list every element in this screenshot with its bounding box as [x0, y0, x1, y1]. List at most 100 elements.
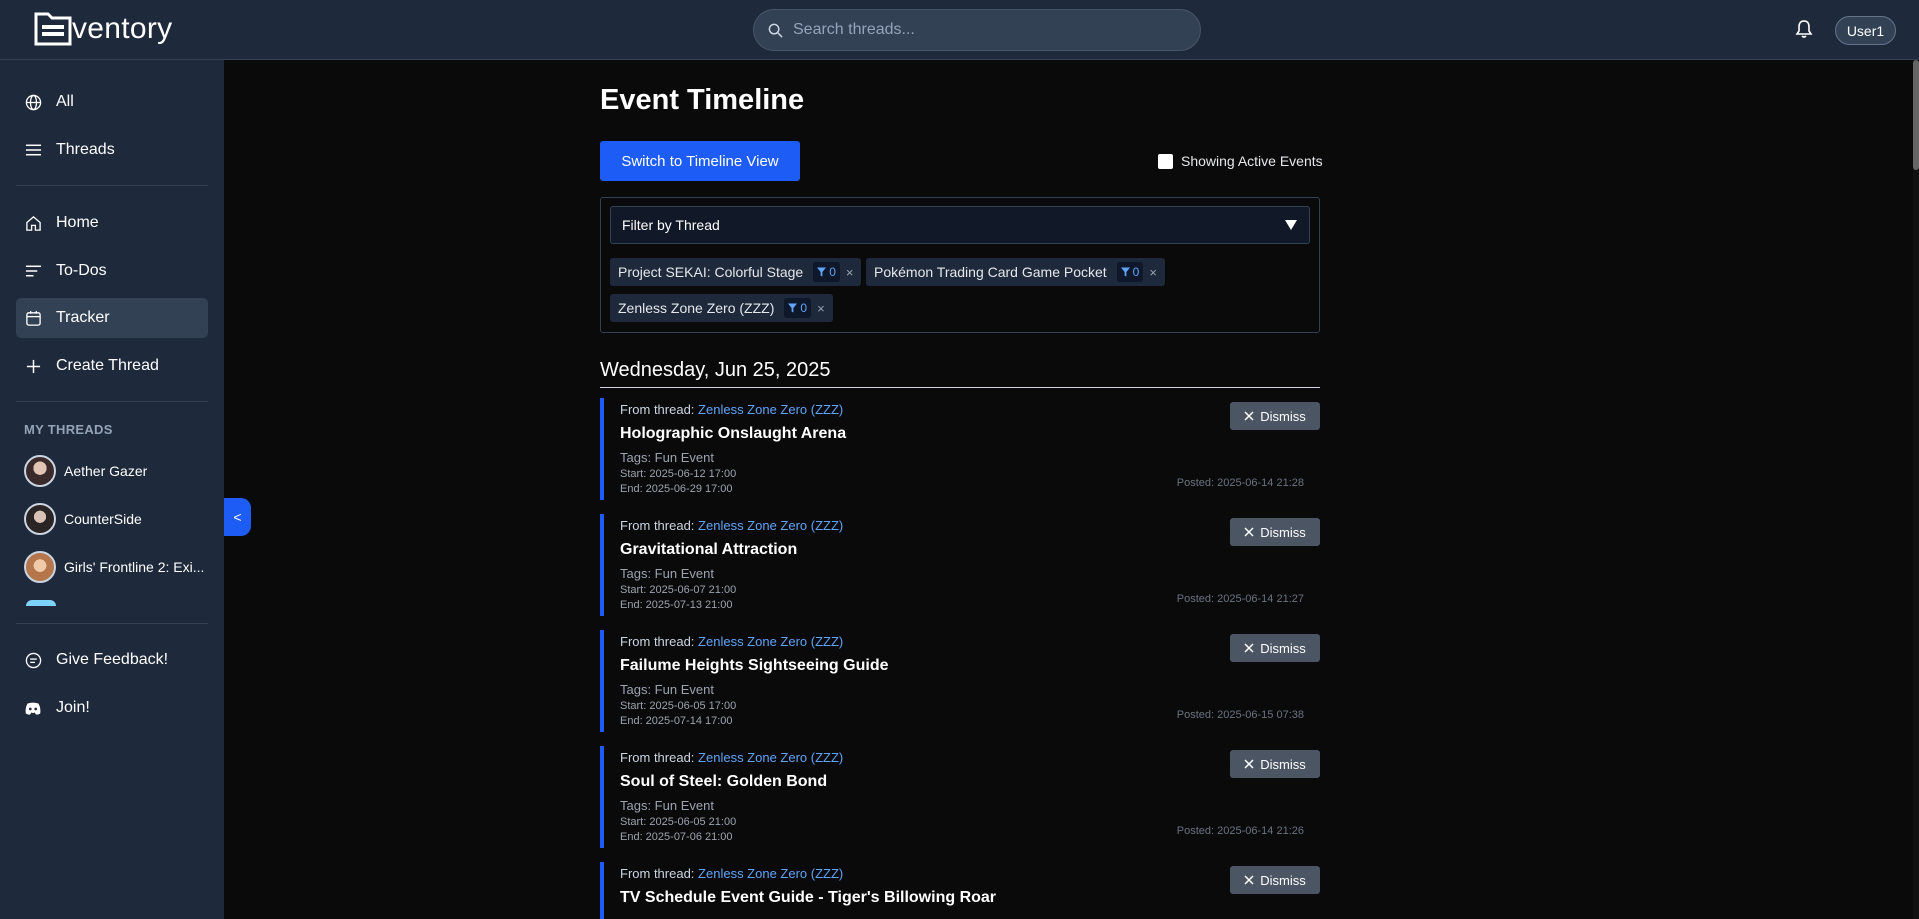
chip-filter-count[interactable]: 0 [813, 262, 840, 282]
active-events-toggle[interactable]: Showing Active Events [1158, 153, 1323, 169]
event-posted: Posted: 2025-06-14 21:26 [1176, 825, 1304, 837]
sidebar: All Threads Home To-Dos Tracker Create T… [0, 60, 224, 919]
active-events-checkbox[interactable] [1158, 153, 1173, 169]
search-icon [768, 23, 783, 38]
sidebar-item-create-thread[interactable]: Create Thread [16, 346, 208, 386]
avatar [24, 455, 56, 487]
event-card: From thread: Zenless Zone Zero (ZZZ) Fai… [600, 630, 1320, 732]
sidebar-item-join[interactable]: Join! [16, 688, 208, 728]
sidebar-thread-aether-gazer[interactable]: Aether Gazer [24, 454, 147, 488]
sidebar-item-all[interactable]: All [16, 82, 208, 122]
discord-icon [24, 699, 42, 717]
avatar [26, 600, 56, 606]
event-source: From thread: Zenless Zone Zero (ZZZ) [620, 866, 844, 881]
chip-filter-count[interactable]: 0 [1116, 262, 1144, 282]
chip-label: Zenless Zone Zero (ZZZ) [618, 300, 775, 316]
thread-filter-chip[interactable]: Project SEKAI: Colorful Stage 0 × [610, 258, 862, 286]
caret-down-icon [1285, 220, 1297, 230]
event-tags: Tags: Fun Event [620, 450, 714, 465]
event-source: From thread: Zenless Zone Zero (ZZZ) [620, 402, 844, 417]
chip-remove-button[interactable]: × [846, 265, 854, 280]
sidebar-item-todos[interactable]: To-Dos [16, 251, 208, 291]
event-start: Start: 2025-06-05 21:00 [620, 816, 737, 828]
chip-label: Pokémon Trading Card Game Pocket [874, 264, 1107, 280]
chip-filter-count[interactable]: 0 [784, 298, 812, 318]
sidebar-thread-girls-frontline[interactable]: Girls' Frontline 2: Exi... [24, 550, 204, 584]
event-source: From thread: Zenless Zone Zero (ZZZ) [620, 634, 844, 649]
dismiss-button[interactable]: Dismiss [1230, 518, 1320, 546]
app-logo[interactable]: ventory [34, 12, 172, 46]
sidebar-item-label: All [56, 93, 74, 110]
user-menu-button[interactable]: User1 [1835, 16, 1896, 45]
thread-filter-chip[interactable]: Pokémon Trading Card Game Pocket 0 × [866, 258, 1165, 286]
logo-text: ventory [72, 12, 173, 45]
logo-icon [34, 12, 72, 46]
collapse-sidebar-button[interactable]: < [224, 498, 251, 536]
event-start: Start: 2025-06-05 17:00 [620, 700, 737, 712]
event-source: From thread: Zenless Zone Zero (ZZZ) [620, 750, 844, 765]
sidebar-item-label: Tracker [56, 309, 110, 326]
plus-icon [24, 357, 42, 375]
chip-remove-button[interactable]: × [817, 301, 825, 316]
event-posted: Posted: 2025-06-14 21:27 [1176, 593, 1304, 605]
event-start: Start: 2025-06-07 21:00 [620, 584, 737, 596]
event-thread-link[interactable]: Zenless Zone Zero (ZZZ) [698, 518, 843, 533]
event-posted: Posted: 2025-06-15 07:38 [1176, 709, 1304, 721]
event-end: End: 2025-07-13 21:00 [620, 599, 733, 611]
thread-label: Girls' Frontline 2: Exi... [64, 559, 205, 575]
thread-filter-label: Filter by Thread [622, 217, 720, 233]
close-icon [1244, 527, 1254, 537]
menu-icon [24, 141, 42, 159]
home-icon [24, 214, 42, 232]
avatar [24, 551, 56, 583]
list-icon [24, 262, 42, 280]
funnel-icon [788, 303, 798, 313]
event-thread-link[interactable]: Zenless Zone Zero (ZZZ) [698, 866, 843, 881]
event-title: Failume Heights Sightseeing Guide [620, 657, 889, 674]
dismiss-button[interactable]: Dismiss [1230, 402, 1320, 430]
event-thread-link[interactable]: Zenless Zone Zero (ZZZ) [698, 750, 843, 765]
event-end: End: 2025-07-06 21:00 [620, 831, 733, 843]
avatar [24, 503, 56, 535]
thread-filter-chip[interactable]: Zenless Zone Zero (ZZZ) 0 × [610, 294, 833, 322]
event-thread-link[interactable]: Zenless Zone Zero (ZZZ) [698, 634, 843, 649]
sidebar-item-label: To-Dos [56, 262, 107, 279]
thread-filter-select[interactable]: Filter by Thread [610, 206, 1310, 244]
sidebar-thread-counterside[interactable]: CounterSide [24, 502, 142, 536]
page-scrollbar[interactable] [1913, 60, 1919, 919]
close-icon [1244, 759, 1254, 769]
funnel-icon [1120, 267, 1130, 277]
event-card: From thread: Zenless Zone Zero (ZZZ) Sou… [600, 746, 1320, 848]
event-thread-link[interactable]: Zenless Zone Zero (ZZZ) [698, 402, 843, 417]
close-icon [1244, 643, 1254, 653]
event-card: From thread: Zenless Zone Zero (ZZZ) Gra… [600, 514, 1320, 616]
event-title: Gravitational Attraction [620, 541, 798, 558]
close-icon [1244, 875, 1254, 885]
sidebar-item-home[interactable]: Home [16, 203, 208, 243]
event-title: TV Schedule Event Guide - Tiger's Billow… [620, 889, 997, 906]
funnel-icon [817, 267, 827, 277]
sidebar-item-label: Join! [56, 699, 90, 716]
dismiss-button[interactable]: Dismiss [1230, 750, 1320, 778]
globe-icon [24, 93, 42, 111]
event-start: Start: 2025-06-12 17:00 [620, 468, 737, 480]
search-input[interactable] [793, 21, 1173, 39]
event-tags: Tags: Fun Event [620, 798, 714, 813]
notifications-button[interactable] [1795, 19, 1813, 44]
switch-view-button[interactable]: Switch to Timeline View [600, 141, 800, 181]
sidebar-item-tracker[interactable]: Tracker [16, 298, 208, 338]
scrollbar-thumb[interactable] [1913, 60, 1919, 170]
dismiss-button[interactable]: Dismiss [1230, 634, 1320, 662]
sidebar-item-give-feedback[interactable]: Give Feedback! [16, 640, 208, 680]
chip-remove-button[interactable]: × [1149, 265, 1157, 280]
close-icon [1244, 411, 1254, 421]
sidebar-item-label: Give Feedback! [56, 651, 169, 668]
thread-label: CounterSide [64, 511, 142, 527]
search-bar[interactable] [753, 9, 1201, 51]
sidebar-item-threads[interactable]: Threads [16, 130, 208, 170]
sidebar-item-label: Create Thread [56, 357, 159, 374]
dismiss-button[interactable]: Dismiss [1230, 866, 1320, 894]
sidebar-divider [16, 623, 208, 624]
event-card: From thread: Zenless Zone Zero (ZZZ) TV … [600, 862, 1320, 919]
event-title: Holographic Onslaught Arena [620, 425, 847, 442]
